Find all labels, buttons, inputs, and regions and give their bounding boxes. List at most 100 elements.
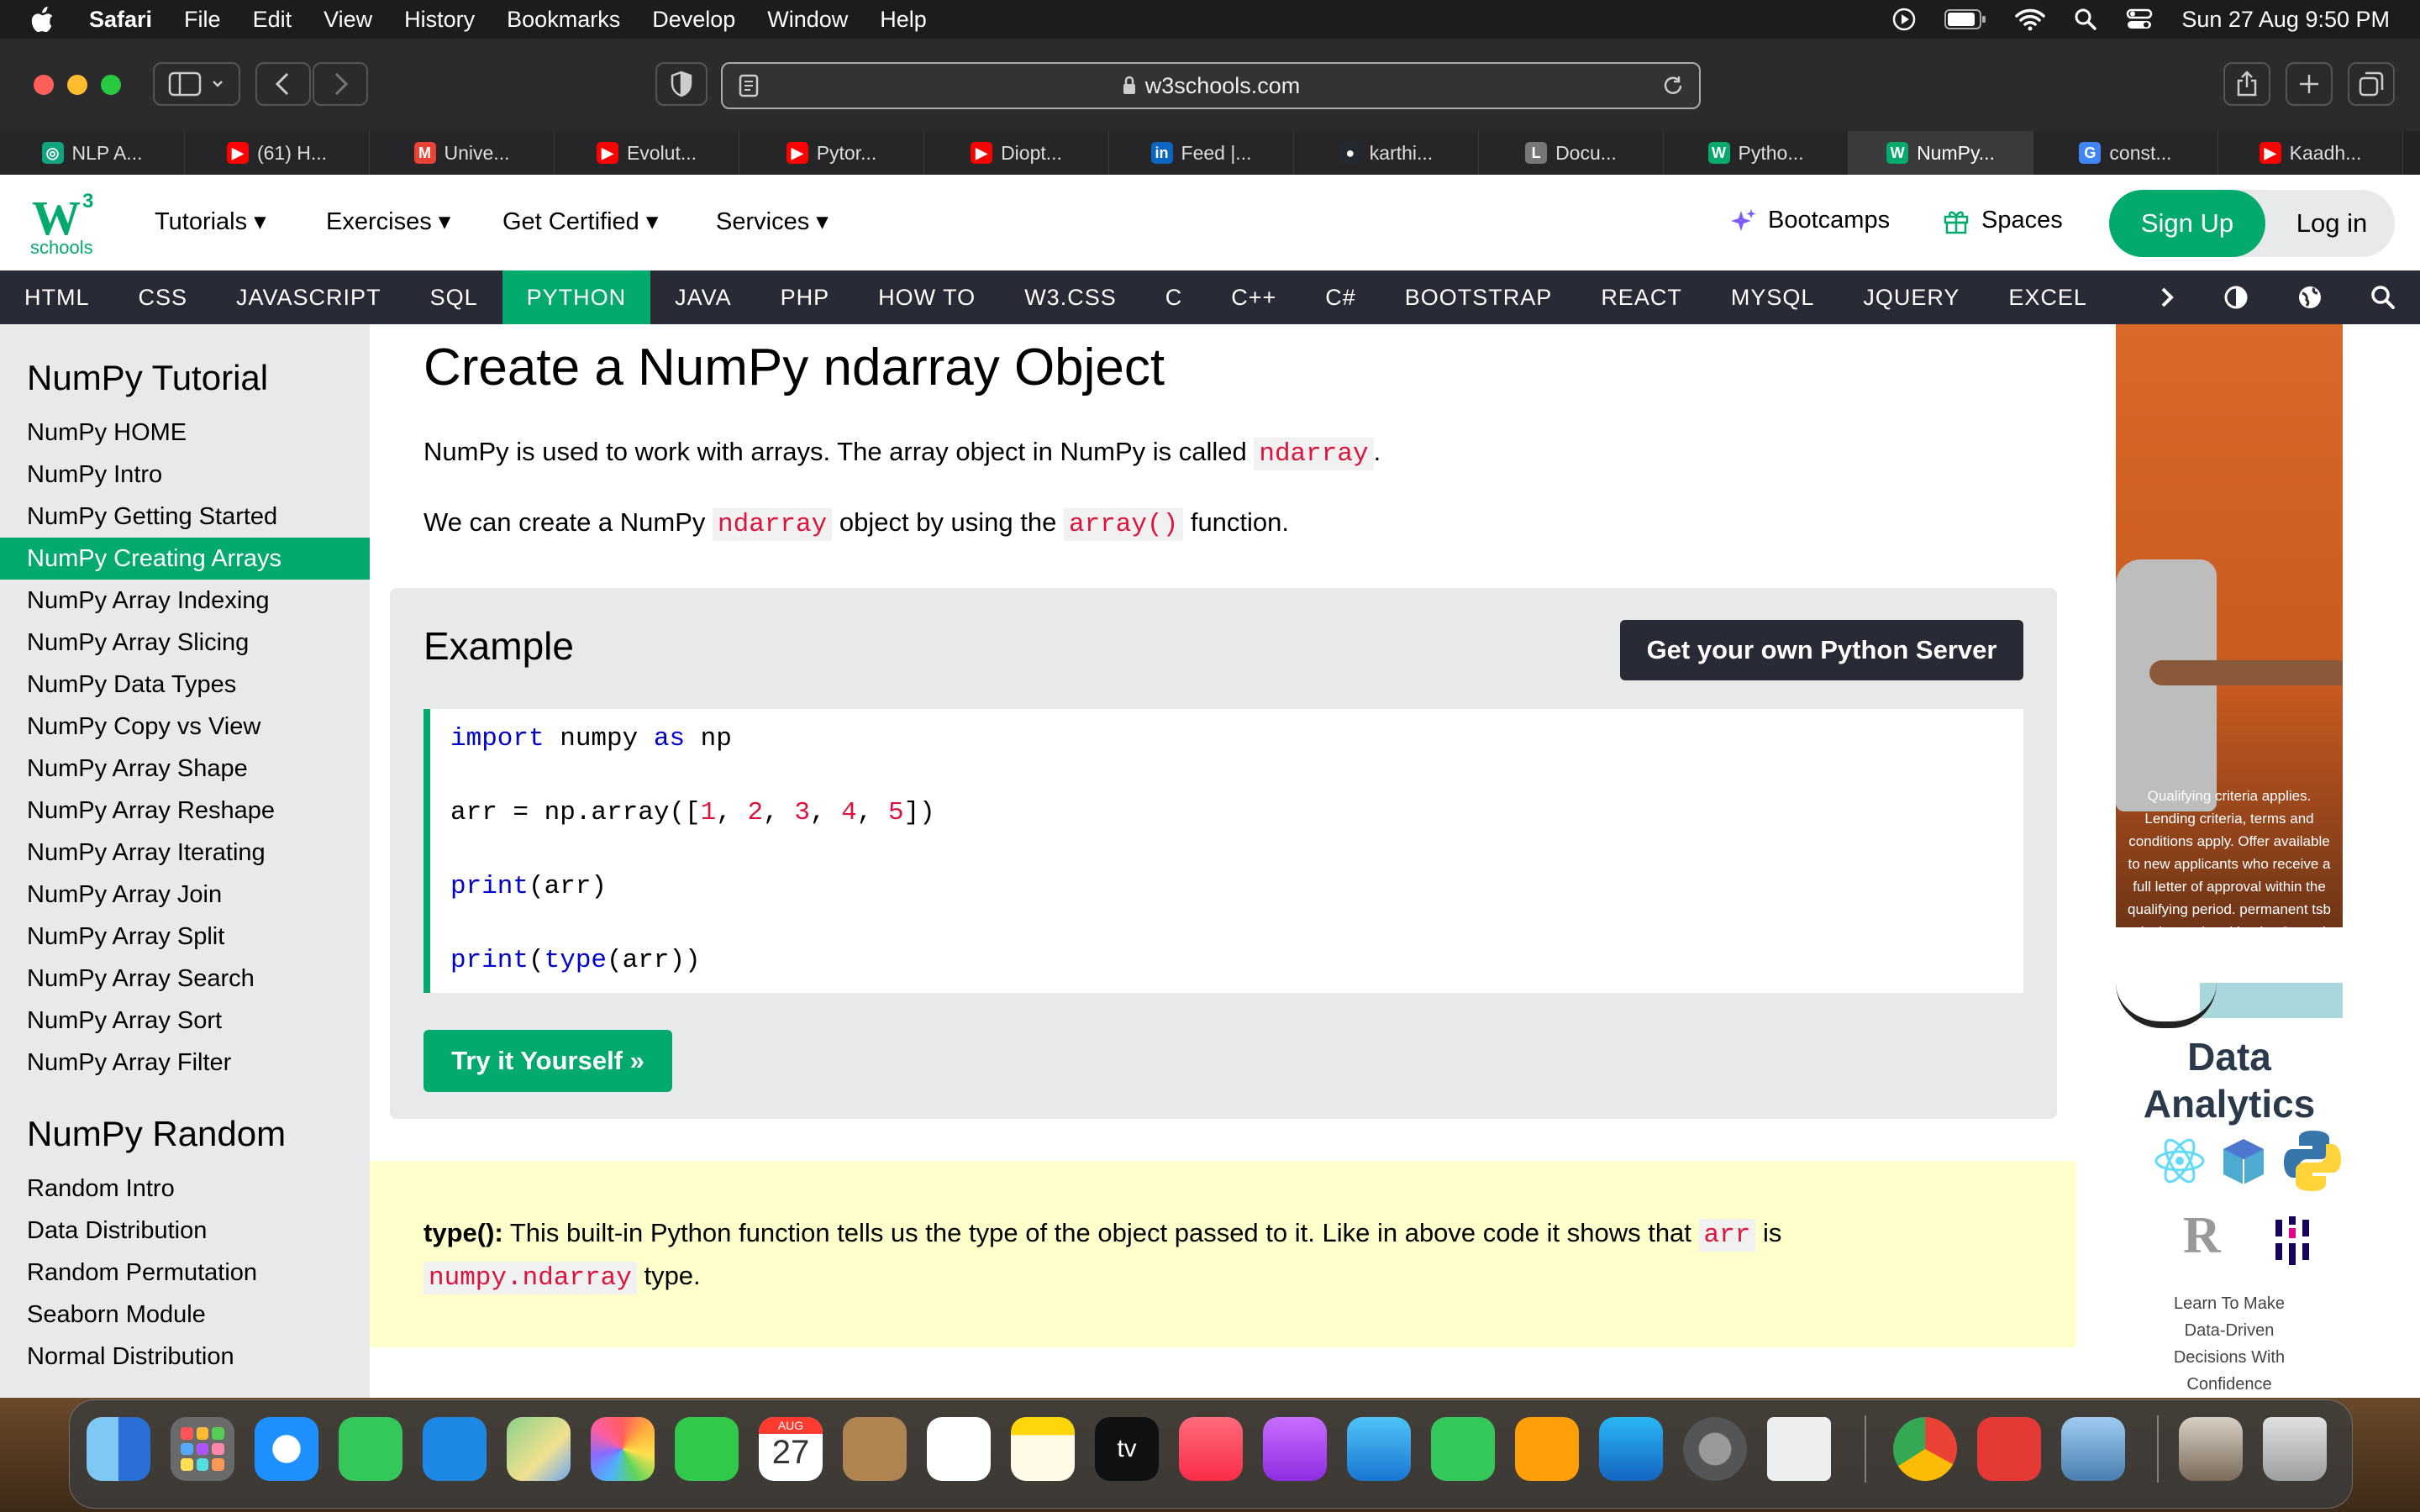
clock[interactable]: Sun 27 Aug 9:50 PM: [2181, 7, 2390, 33]
menu-file[interactable]: File: [184, 7, 221, 33]
sidebar-item[interactable]: Seaborn Module: [0, 1294, 370, 1336]
nav-exercises[interactable]: Exercises ▾: [326, 207, 450, 236]
menu-help[interactable]: Help: [880, 7, 927, 33]
browser-tab[interactable]: ▶ Kaadh...: [2218, 131, 2403, 175]
browser-tab[interactable]: Gconst...: [2033, 131, 2218, 175]
new-tab-button[interactable]: [2286, 62, 2333, 106]
topnav-c[interactable]: C: [1141, 270, 1207, 324]
sidebar-item[interactable]: Normal Distribution: [0, 1336, 370, 1378]
browser-tab[interactable]: W NumPy...: [1849, 131, 2033, 175]
browser-tab[interactable]: M Unive...: [370, 131, 555, 175]
keynote-icon[interactable]: [1347, 1417, 1411, 1481]
reminders-icon[interactable]: [927, 1417, 991, 1481]
back-button[interactable]: [255, 62, 311, 106]
sidebar-item[interactable]: NumPy Intro: [0, 454, 370, 496]
sidebar-item[interactable]: NumPy Array Iterating: [0, 832, 370, 874]
topnav-csharp[interactable]: C#: [1301, 270, 1381, 324]
app-store-icon[interactable]: [1599, 1417, 1663, 1481]
privacy-report-button[interactable]: [655, 62, 708, 106]
sidebar-item[interactable]: NumPy Array Sort: [0, 1000, 370, 1042]
topnav-python[interactable]: PYTHON: [502, 270, 651, 324]
sidebar-item[interactable]: NumPy HOME: [0, 412, 370, 454]
menu-edit[interactable]: Edit: [253, 7, 292, 33]
topnav-excel[interactable]: EXCEL: [1984, 270, 2112, 324]
address-bar[interactable]: w3schools.com: [721, 62, 1701, 109]
topnav-cpp[interactable]: C++: [1207, 270, 1301, 324]
file-icon[interactable]: [1767, 1417, 1831, 1481]
wifi-icon[interactable]: [2015, 8, 2046, 31]
try-it-yourself-button[interactable]: Try it Yourself »: [424, 1030, 672, 1092]
topnav-bootstrap[interactable]: BOOTSTRAP: [1381, 270, 1577, 324]
spaces-link[interactable]: Spaces: [1943, 207, 2063, 234]
notes-icon[interactable]: [1011, 1417, 1075, 1481]
sidebar-toggle-button[interactable]: [153, 62, 240, 106]
sidebar-item[interactable]: NumPy Copy vs View: [0, 706, 370, 748]
browser-tab[interactable]: in Feed |...: [1109, 131, 1294, 175]
menu-history[interactable]: History: [404, 7, 475, 33]
battery-icon[interactable]: [1944, 8, 1986, 30]
browser-tab[interactable]: ▶ Pytor...: [739, 131, 924, 175]
topnav-w3css[interactable]: W3.CSS: [1000, 270, 1141, 324]
ad-banner-loan[interactable]: Qualifying criteria applies. Lending cri…: [2116, 324, 2343, 927]
w3schools-logo[interactable]: W 3 schools: [29, 190, 104, 258]
control-center-icon[interactable]: [2126, 8, 2153, 31]
sidebar-item[interactable]: NumPy Array Join: [0, 874, 370, 916]
browser-tab[interactable]: ● karthi...: [1294, 131, 1479, 175]
browser-tab[interactable]: ◎ NLP A...: [0, 131, 185, 175]
sidebar-item[interactable]: Data Distribution: [0, 1210, 370, 1252]
sidebar-item[interactable]: Random Intro: [0, 1168, 370, 1210]
sidebar-item[interactable]: NumPy Array Filter: [0, 1042, 370, 1084]
nav-get-certified[interactable]: Get Certified ▾: [502, 207, 658, 236]
pages-icon[interactable]: [1515, 1417, 1579, 1481]
chevron-right-icon[interactable]: [2159, 285, 2175, 310]
zoom-window-button[interactable]: [101, 75, 121, 95]
music-icon[interactable]: [1179, 1417, 1243, 1481]
nav-services[interactable]: Services ▾: [716, 207, 829, 236]
log-in-button[interactable]: Log in: [2277, 190, 2386, 257]
sidebar-item[interactable]: NumPy Data Types: [0, 664, 370, 706]
safari-icon[interactable]: [255, 1417, 318, 1481]
search-icon[interactable]: [2370, 285, 2396, 310]
nav-tutorials[interactable]: Tutorials ▾: [155, 207, 266, 236]
sidebar-item[interactable]: NumPy Array Split: [0, 916, 370, 958]
tab-overview-button[interactable]: [2348, 62, 2395, 106]
topnav-mysql[interactable]: MYSQL: [1707, 270, 1839, 324]
dark-mode-icon[interactable]: [2223, 285, 2249, 310]
ad-banner-data-analytics[interactable]: Data Analytics R Learn To Make Data-Drive…: [2116, 983, 2343, 1398]
menu-view[interactable]: View: [324, 7, 372, 33]
browser-tab[interactable]: ▶ Diopt...: [924, 131, 1109, 175]
downloads-stack-icon[interactable]: [2179, 1417, 2243, 1481]
launchpad-icon[interactable]: [171, 1417, 234, 1481]
apple-tv-icon[interactable]: tv: [1095, 1417, 1159, 1481]
finder-icon[interactable]: [87, 1417, 150, 1481]
close-window-button[interactable]: [34, 75, 54, 95]
trash-icon[interactable]: [2263, 1417, 2327, 1481]
podcasts-icon[interactable]: [1263, 1417, 1327, 1481]
menu-window[interactable]: Window: [767, 7, 848, 33]
sidebar-item[interactable]: NumPy Array Indexing: [0, 580, 370, 622]
topnav-how-to[interactable]: HOW TO: [854, 270, 1000, 324]
sidebar-item[interactable]: NumPy Getting Started: [0, 496, 370, 538]
forward-button[interactable]: [313, 62, 368, 106]
get-python-server-button[interactable]: Get your own Python Server: [1620, 620, 2023, 680]
sidebar-item[interactable]: NumPy Array Shape: [0, 748, 370, 790]
sidebar-item[interactable]: NumPy Array Search: [0, 958, 370, 1000]
sidebar-item[interactable]: NumPy Creating Arrays: [0, 538, 370, 580]
bootcamps-link[interactable]: Bootcamps: [1731, 207, 1890, 234]
reload-icon[interactable]: [1662, 75, 1684, 97]
apple-icon[interactable]: [30, 6, 55, 33]
topnav-html[interactable]: HTML: [0, 270, 114, 324]
menu-bookmarks[interactable]: Bookmarks: [507, 7, 620, 33]
wps-office-icon[interactable]: [1977, 1417, 2041, 1481]
sidebar-item[interactable]: Random Permutation: [0, 1252, 370, 1294]
spotlight-search-icon[interactable]: [2074, 8, 2097, 31]
mail-icon[interactable]: [423, 1417, 487, 1481]
topnav-javascript[interactable]: JAVASCRIPT: [212, 270, 406, 324]
minimize-window-button[interactable]: [67, 75, 87, 95]
topnav-php[interactable]: PHP: [756, 270, 855, 324]
topnav-java[interactable]: JAVA: [650, 270, 756, 324]
calendar-icon[interactable]: AUG 27: [759, 1417, 823, 1481]
sidebar-item[interactable]: NumPy Array Reshape: [0, 790, 370, 832]
system-settings-icon[interactable]: [1683, 1417, 1747, 1481]
share-button[interactable]: [2223, 62, 2270, 106]
